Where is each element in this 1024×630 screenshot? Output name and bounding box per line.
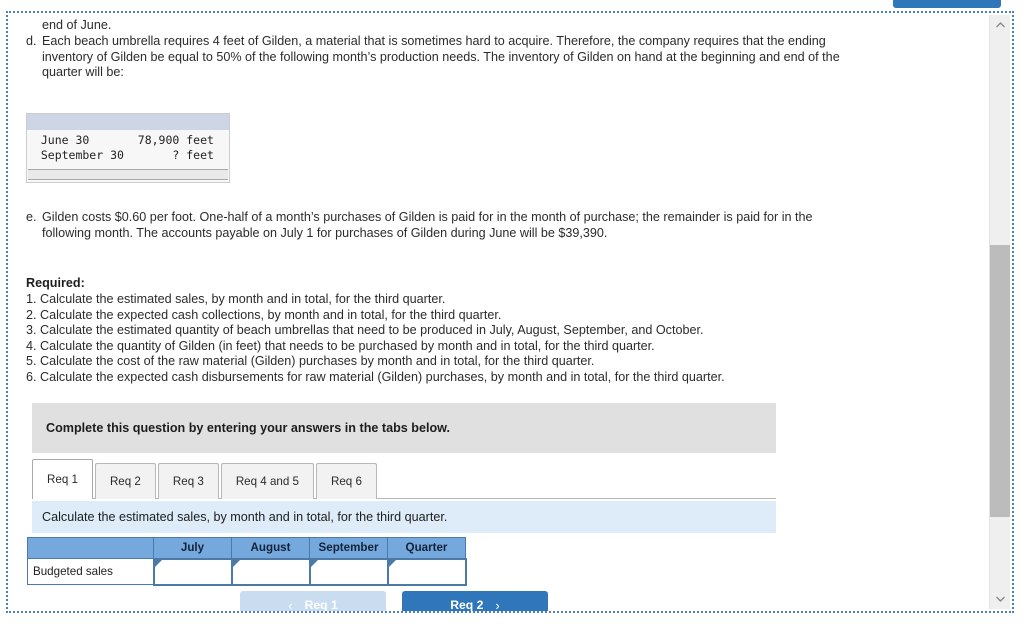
question-item-e: e. Gilden costs $0.60 per foot. One-half… <box>26 210 856 241</box>
cell-marker-icon <box>154 559 162 567</box>
inventory-box-body: June 30 78,900 feet September 30 ? feet <box>40 133 214 162</box>
table-body: Budgeted sales <box>27 557 467 586</box>
scrollbar-thumb[interactable] <box>990 245 1010 517</box>
required-item: 1. Calculate the estimated sales, by mon… <box>26 292 446 306</box>
required-item: 6. Calculate the expected cash disbursem… <box>26 369 725 384</box>
item-e-text: Gilden costs $0.60 per foot. One-half of… <box>42 210 813 240</box>
required-item: 3. Calculate the estimated quantity of b… <box>26 323 704 338</box>
required-item: 2. Calculate the expected cash collectio… <box>26 307 502 322</box>
column-header-september: September <box>309 537 388 559</box>
required-item: 4. Calculate the quantity of Gilden (in … <box>26 338 655 353</box>
top-action-button[interactable] <box>893 0 1001 8</box>
required-list: 1. Calculate the estimated sales, by mon… <box>26 292 926 386</box>
column-header-august: August <box>231 537 310 559</box>
item-e-marker: e. <box>26 210 37 224</box>
budgeted-sales-table: July August September Quarter Budgeted s… <box>27 537 467 586</box>
inventory-box-horizontal-scrollbar[interactable] <box>28 169 228 180</box>
input-cell-july[interactable] <box>152 557 233 586</box>
item-d-marker: d. <box>26 34 37 48</box>
table-corner-cell <box>27 537 154 559</box>
tab-req-1[interactable]: Req 1 <box>32 459 93 499</box>
question-content-area: end of June. d. Each beach umbrella requ… <box>8 13 988 611</box>
tab-instruction-bar: Calculate the estimated sales, by month … <box>32 501 776 533</box>
tab-row: Req 1 Req 2 Req 3 Req 4 and 5 Req 6 <box>32 459 379 499</box>
next-requirement-button[interactable]: Req 2 › <box>402 591 548 611</box>
panel-vertical-scrollbar[interactable] <box>989 15 1010 609</box>
question-panel: end of June. d. Each beach umbrella requ… <box>6 11 1014 613</box>
required-heading: Required: <box>26 276 85 290</box>
inventory-box-header <box>27 114 229 130</box>
requirement-tab-strip: Req 1 Req 2 Req 3 Req 4 and 5 Req 6 <box>32 459 776 499</box>
complete-question-banner: Complete this question by entering your … <box>32 403 776 453</box>
question-item-d: d. Each beach umbrella requires 4 feet o… <box>26 34 856 81</box>
row-label-budgeted-sales: Budgeted sales <box>27 558 154 585</box>
input-cell-september[interactable] <box>308 557 389 586</box>
tab-req-4-and-5[interactable]: Req 4 and 5 <box>220 463 314 499</box>
cell-marker-icon <box>310 559 318 567</box>
inventory-data-box: June 30 78,900 feet September 30 ? feet <box>26 113 230 183</box>
tab-req-3[interactable]: Req 3 <box>157 463 219 499</box>
table-row: Budgeted sales <box>27 557 467 586</box>
required-item: 5. Calculate the cost of the raw materia… <box>26 354 595 369</box>
input-cell-august[interactable] <box>230 557 311 586</box>
scroll-down-arrow-icon[interactable] <box>990 589 1010 609</box>
complete-question-banner-text: Complete this question by entering your … <box>46 421 450 435</box>
tab-req-6[interactable]: Req 6 <box>315 463 377 499</box>
cell-marker-icon <box>232 559 240 567</box>
column-header-july: July <box>153 537 232 559</box>
table-header-row: July August September Quarter <box>27 537 466 559</box>
column-header-quarter: Quarter <box>387 537 466 559</box>
scroll-up-arrow-icon[interactable] <box>990 15 1010 35</box>
paragraph-fragment-text: end of June. <box>42 18 112 32</box>
item-d-text: Each beach umbrella requires 4 feet of G… <box>42 34 840 80</box>
tab-instruction-text: Calculate the estimated sales, by month … <box>42 510 448 524</box>
tab-req-2[interactable]: Req 2 <box>94 463 156 499</box>
paragraph-fragment-top: end of June. <box>42 18 342 34</box>
chevron-left-icon: ‹ <box>288 597 293 612</box>
input-cell-quarter[interactable] <box>386 557 467 586</box>
next-requirement-label: Req 2 <box>450 598 484 611</box>
previous-requirement-label: Req 1 <box>304 598 338 611</box>
previous-requirement-button[interactable]: ‹ Req 1 <box>240 591 386 611</box>
table-head: July August September Quarter <box>27 537 466 559</box>
requirement-navigation: ‹ Req 1 Req 2 › <box>240 591 560 611</box>
cell-marker-icon <box>388 559 396 567</box>
chevron-right-icon: › <box>495 597 500 612</box>
